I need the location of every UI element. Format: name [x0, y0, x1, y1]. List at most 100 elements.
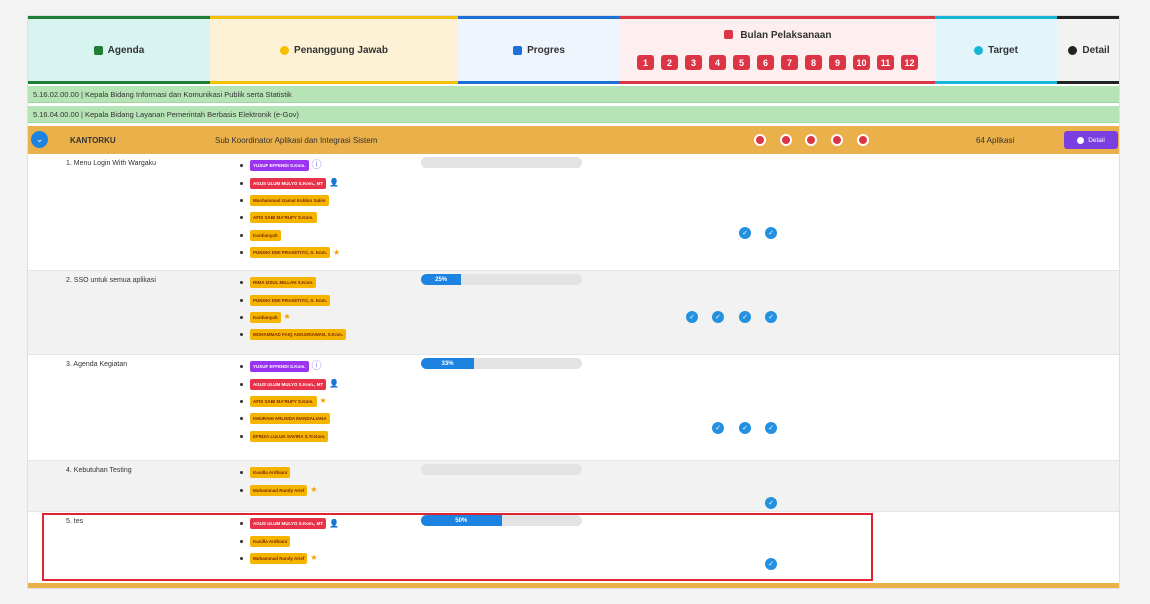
person-list: YUSUF EFFENDI S.Kom. ⓘ AGUS ULUM MULYO S.K… [240, 358, 339, 445]
list-item: Kardianyah ★ [240, 309, 346, 326]
month-status-dot [805, 134, 817, 146]
month-status-dot [857, 134, 869, 146]
agenda-name: 3. Agenda Kegiatan [66, 361, 128, 368]
progress-fill: 33% [421, 358, 475, 369]
check-circle-icon[interactable]: ✓ [765, 558, 777, 570]
month-status-dot [780, 134, 792, 146]
kantor-sub: Sub Koordinator Aplikasi dan Integrasi S… [215, 135, 378, 145]
person-badge: AGUS ULUM MULYO S.Kom., MT [250, 177, 327, 189]
header-pj-label: Penanggung Jawab [294, 44, 388, 56]
header-detail-label: Detail [1082, 44, 1110, 56]
person-badge: AGUS ULUM MULYO S.Kom., MT [250, 378, 327, 390]
table-row: 5. tes AGUS ULUM MULYO S.Kom., MT 👤 Kusilla… [28, 512, 1119, 584]
bullet [240, 315, 243, 319]
target-icon [974, 45, 984, 55]
person-badge: Muhammad Randy Arief [250, 552, 308, 564]
check-circle-icon[interactable]: ✓ [765, 497, 777, 509]
agenda-table: Agenda Penanggung Jawab Progres Bulan Pe… [27, 15, 1120, 589]
bullet [240, 164, 243, 168]
list-item: YUSUF EFFENDI S.Kom. ⓘ [240, 157, 340, 174]
header-progres: Progres [458, 16, 620, 84]
kantorku-row: ⌄ KANTORKU Sub Koordinator Aplikasi dan … [28, 126, 1119, 154]
bullet [240, 539, 243, 543]
bullet [240, 198, 243, 202]
detail-button[interactable]: Detail [1064, 131, 1118, 149]
list-item: Kusilla Ardhiani [240, 532, 339, 549]
progress-bar [421, 464, 582, 475]
bullet [240, 251, 243, 255]
check-circle-icon[interactable]: ✓ [739, 422, 751, 434]
person-badge: PUNGKI DWI PRASETIYO, S. Kom. [250, 247, 331, 259]
star-icon: ★ [310, 553, 318, 563]
list-item: MOHAMMAD FAIQ ANGGRIAWAN, S.Kom. [240, 326, 347, 343]
bullet [240, 333, 243, 337]
list-item: AGUS ULUM MULYO S.Kom., MT 👤 [240, 174, 340, 191]
bullet [240, 233, 243, 237]
category-label: 5.16.04.00.00 | Kepala Bidang Layanan Pe… [33, 109, 299, 119]
list-item: YUSUF EFFENDI S.Kom. ⓘ [240, 358, 339, 375]
header-agenda-label: Agenda [107, 44, 145, 56]
bullet [240, 488, 243, 492]
kantor-target: 64 Aplikasi [976, 135, 1015, 145]
month-status-dot [754, 134, 766, 146]
bullet [240, 298, 243, 302]
user-icon: 👤 [329, 178, 340, 188]
agenda-name: 5. tes [66, 518, 84, 525]
month-badges: 1 2 3 4 5 6 7 8 9 10 11 12 [637, 55, 918, 70]
person-badge: Kardianyah [250, 229, 281, 241]
person-badge: EFRIZA LULUK SAVIRA S.Tr.Kom. [250, 430, 329, 442]
check-circle-icon[interactable]: ✓ [739, 311, 751, 323]
user-icon: 👤 [329, 518, 340, 528]
list-item: Kusilla Ardhiani [240, 464, 318, 481]
edit-icon [513, 45, 523, 55]
list-item: AFIS SABI MA'RUFY S.Kom. [240, 209, 340, 226]
check-circle-icon[interactable]: ✓ [739, 227, 751, 239]
progress-bar: 25% [421, 274, 582, 285]
list-item: KHURAHI ARLINDA MANDALIANA [240, 410, 339, 427]
check-circle-icon[interactable]: ✓ [712, 422, 724, 434]
progress-fill: 25% [421, 274, 462, 285]
list-item: PUNGKI DWI PRASETIYO, S. Kom. [240, 291, 346, 308]
chevron-down-icon[interactable]: ⌄ [31, 131, 48, 148]
check-circle-icon[interactable]: ✓ [712, 311, 724, 323]
check-circle-icon[interactable]: ✓ [765, 311, 777, 323]
category-row[interactable]: 5.16.04.00.00 | Kepala Bidang Layanan Pe… [28, 106, 1119, 123]
list-item: Muhammad Randy Arief ★ [240, 550, 339, 567]
table-row: 3. Agenda Kegiatan YUSUF EFFENDI S.Kom. ⓘ A… [28, 355, 1119, 461]
person-badge: MOHAMMAD FAIQ ANGGRIAWAN, S.Kom. [250, 329, 347, 341]
check-circle-icon[interactable]: ✓ [686, 311, 698, 323]
bullet [240, 181, 243, 185]
person-list: RIMA IZZUL MILLAH S.Kom. PUNGKI DWI PRASE… [240, 274, 347, 344]
star-icon: ★ [283, 312, 291, 322]
month-badge: 2 [661, 55, 678, 70]
progress-fill: 50% [421, 515, 502, 526]
category-row[interactable]: 5.16.02.00.00 | Kepala Bidang Informasi … [28, 86, 1119, 103]
users-icon [280, 45, 290, 55]
person-badge: KHURAHI ARLINDA MANDALIANA [250, 413, 330, 425]
info-icon [1068, 45, 1078, 55]
bullet [240, 399, 243, 403]
table-row: 4. Kebutuhan Testing Kusilla Ardhiani Muha… [28, 461, 1119, 512]
person-badge: AFIS SABI MA'RUFY S.Kom. [250, 212, 317, 224]
info-circle-icon: ⓘ [311, 360, 322, 372]
info-circle-icon: ⓘ [311, 159, 322, 171]
person-badge: Kusilla Ardhiani [250, 467, 291, 479]
list-item: Kardianyah [240, 227, 340, 244]
progress-bar: 50% [421, 515, 582, 526]
person-badge: YUSUF EFFENDI S.Kom. [250, 361, 309, 373]
month-badge: 9 [829, 55, 846, 70]
person-badge: AGUS ULUM MULYO S.Kom., MT [250, 518, 327, 530]
person-list: YUSUF EFFENDI S.Kom. ⓘ AGUS ULUM MULYO S.K… [240, 157, 340, 261]
list-item: AGUS ULUM MULYO S.Kom., MT 👤 [240, 375, 339, 392]
star-icon: ★ [333, 247, 341, 257]
check-circle-icon[interactable]: ✓ [765, 227, 777, 239]
list-item: Muhammad Randy Arief ★ [240, 481, 318, 498]
bullet [240, 522, 243, 526]
calendar-icon [723, 30, 733, 39]
check-circle-icon[interactable]: ✓ [765, 422, 777, 434]
person-list: Kusilla Ardhiani Muhammad Randy Arief ★ [240, 464, 318, 499]
detail-button-label: Detail [1088, 136, 1105, 144]
bullet [240, 365, 243, 369]
month-badge: 11 [877, 55, 894, 70]
agenda-name: 4. Kebutuhan Testing [66, 467, 132, 474]
